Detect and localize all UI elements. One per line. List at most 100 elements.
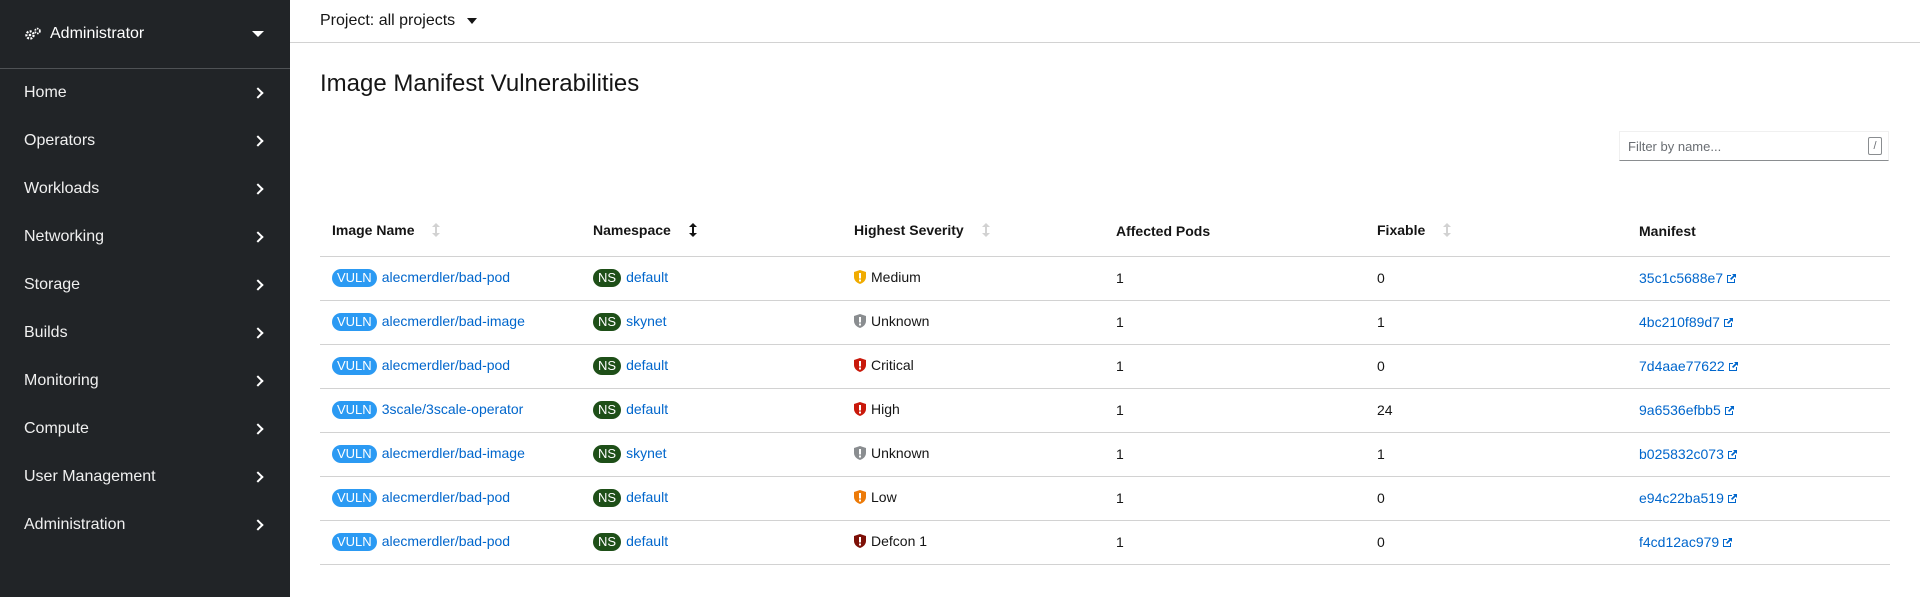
nav-item-user-management[interactable]: User Management [0,453,290,501]
cell-affected-pods: 1 [1104,476,1365,521]
nav-item-storage[interactable]: Storage [0,261,290,309]
nav-item-label: Networking [24,228,105,245]
nav-item-label: Builds [24,324,68,341]
chevron-right-icon [252,423,264,435]
namespace-link[interactable]: default [626,357,668,373]
table-row: VULN alecmerdler/bad-pod NS default Low 1 0 e94… [320,476,1890,521]
image-name-link[interactable]: alecmerdler/bad-image [382,313,525,329]
table-row: VULN alecmerdler/bad-image NS skynet Unknown… [320,300,1890,345]
chevron-right-icon [252,519,264,531]
project-dropdown[interactable]: Project: all projects [320,12,478,30]
image-name-link[interactable]: alecmerdler/bad-pod [382,489,510,505]
nav-item-administration[interactable]: Administration [0,501,290,549]
external-link-icon [1727,450,1737,459]
nav-item-label: Operators [24,132,96,149]
manifest-link[interactable]: 9a6536efbb5 [1639,402,1735,418]
nav-item-operators[interactable]: Operators [0,117,290,165]
cell-image-name: VULN alecmerdler/bad-image [320,432,581,477]
column-header-fixable[interactable]: Fixable [1365,206,1627,257]
nav-item-compute[interactable]: Compute [0,405,290,453]
column-header-affected-pods: Affected Pods [1104,206,1365,257]
image-name-link[interactable]: alecmerdler/bad-pod [382,533,510,549]
nav-item-label: Storage [24,276,81,293]
cell-fixable: 1 [1365,300,1627,345]
cell-namespace: NS default [581,344,842,389]
manifest-link[interactable]: f4cd12ac979 [1639,534,1733,550]
project-label: Project: all projects [320,12,456,29]
table-row: VULN alecmerdler/bad-image NS skynet Unknown… [320,432,1890,477]
namespace-link[interactable]: skynet [626,445,666,461]
namespace-link[interactable]: default [626,489,668,505]
column-header-label: Image Name [332,221,415,238]
severity-label: Low [854,489,897,505]
nav-item-workloads[interactable]: Workloads [0,165,290,213]
severity-label: High [854,401,900,417]
ns-badge: NS [593,269,622,287]
image-name-link[interactable]: alecmerdler/bad-pod [382,269,510,285]
manifest-link[interactable]: e94c22ba519 [1639,490,1738,506]
severity-label: Defcon 1 [854,533,927,549]
chevron-right-icon [252,471,264,483]
nav-item-builds[interactable]: Builds [0,309,290,357]
cell-image-name: VULN alecmerdler/bad-pod [320,520,581,565]
namespace-link[interactable]: default [626,401,668,417]
nav-item-label: Workloads [24,180,100,197]
sort-active-icon [688,222,697,240]
chevron-right-icon [252,375,264,387]
cell-image-name: VULN alecmerdler/bad-image [320,300,581,345]
namespace-link[interactable]: default [626,533,668,549]
ns-badge: NS [593,489,622,507]
nav-item-label: Administration [24,516,126,533]
external-link-icon [1723,318,1733,327]
cell-namespace: NS default [581,520,842,565]
cell-fixable: 24 [1365,388,1627,433]
nav-item-home[interactable]: Home [0,69,290,117]
column-header-namespace[interactable]: Namespace [581,206,842,257]
severity-text: Defcon 1 [871,533,928,549]
external-link-icon [1723,538,1733,547]
nav-item-label: Monitoring [24,372,99,389]
filter-input[interactable] [1620,132,1868,160]
column-header-label: Affected Pods [1116,222,1211,239]
nav-item-label: Home [24,84,67,101]
ns-badge: NS [593,445,622,463]
ns-badge: NS [593,313,622,331]
namespace-link[interactable]: default [626,269,668,285]
main-content: Project: all projects Image Manifest Vul… [290,0,1920,597]
manifest-link[interactable]: 7d4aae77622 [1639,358,1739,374]
perspective-switcher[interactable]: Administrator [0,0,290,69]
namespace-link[interactable]: skynet [626,313,666,329]
cell-manifest: b025832c073 [1627,432,1890,477]
severity-text: Unknown [871,313,930,329]
image-name-link[interactable]: alecmerdler/bad-pod [382,357,510,373]
chevron-right-icon [252,327,264,339]
cell-image-name: VULN 3scale/3scale-operator [320,388,581,433]
cell-namespace: NS skynet [581,432,842,477]
nav-item-monitoring[interactable]: Monitoring [0,357,290,405]
table-row: VULN alecmerdler/bad-pod NS default Defcon 1… [320,520,1890,565]
cell-fixable: 1 [1365,432,1627,477]
chevron-right-icon [252,231,264,243]
ns-badge: NS [593,357,622,375]
cell-fixable: 0 [1365,344,1627,389]
manifest-link[interactable]: 35c1c5688e7 [1639,270,1737,286]
external-link-icon [1724,406,1734,415]
manifest-link-text: e94c22ba519 [1639,490,1724,506]
nav-item-networking[interactable]: Networking [0,213,290,261]
slash-shortcut-hint: / [1868,137,1882,155]
vuln-badge: VULN [332,445,377,463]
cell-image-name: VULN alecmerdler/bad-pod [320,256,581,301]
manifest-link[interactable]: 4bc210f89d7 [1639,314,1734,330]
vuln-badge: VULN [332,401,377,419]
column-header-image-name[interactable]: Image Name [320,206,581,257]
image-name-link[interactable]: 3scale/3scale-operator [382,401,524,417]
manifest-link[interactable]: b025832c073 [1639,446,1738,462]
vuln-badge: VULN [332,313,377,331]
column-header-label: Manifest [1639,222,1696,239]
column-header-highest-severity[interactable]: Highest Severity [842,206,1104,257]
external-link-icon [1727,274,1737,283]
image-name-link[interactable]: alecmerdler/bad-image [382,445,525,461]
cell-manifest: 7d4aae77622 [1627,344,1890,389]
manifest-link-text: 35c1c5688e7 [1639,270,1724,286]
nav-item-label: Compute [24,420,89,437]
